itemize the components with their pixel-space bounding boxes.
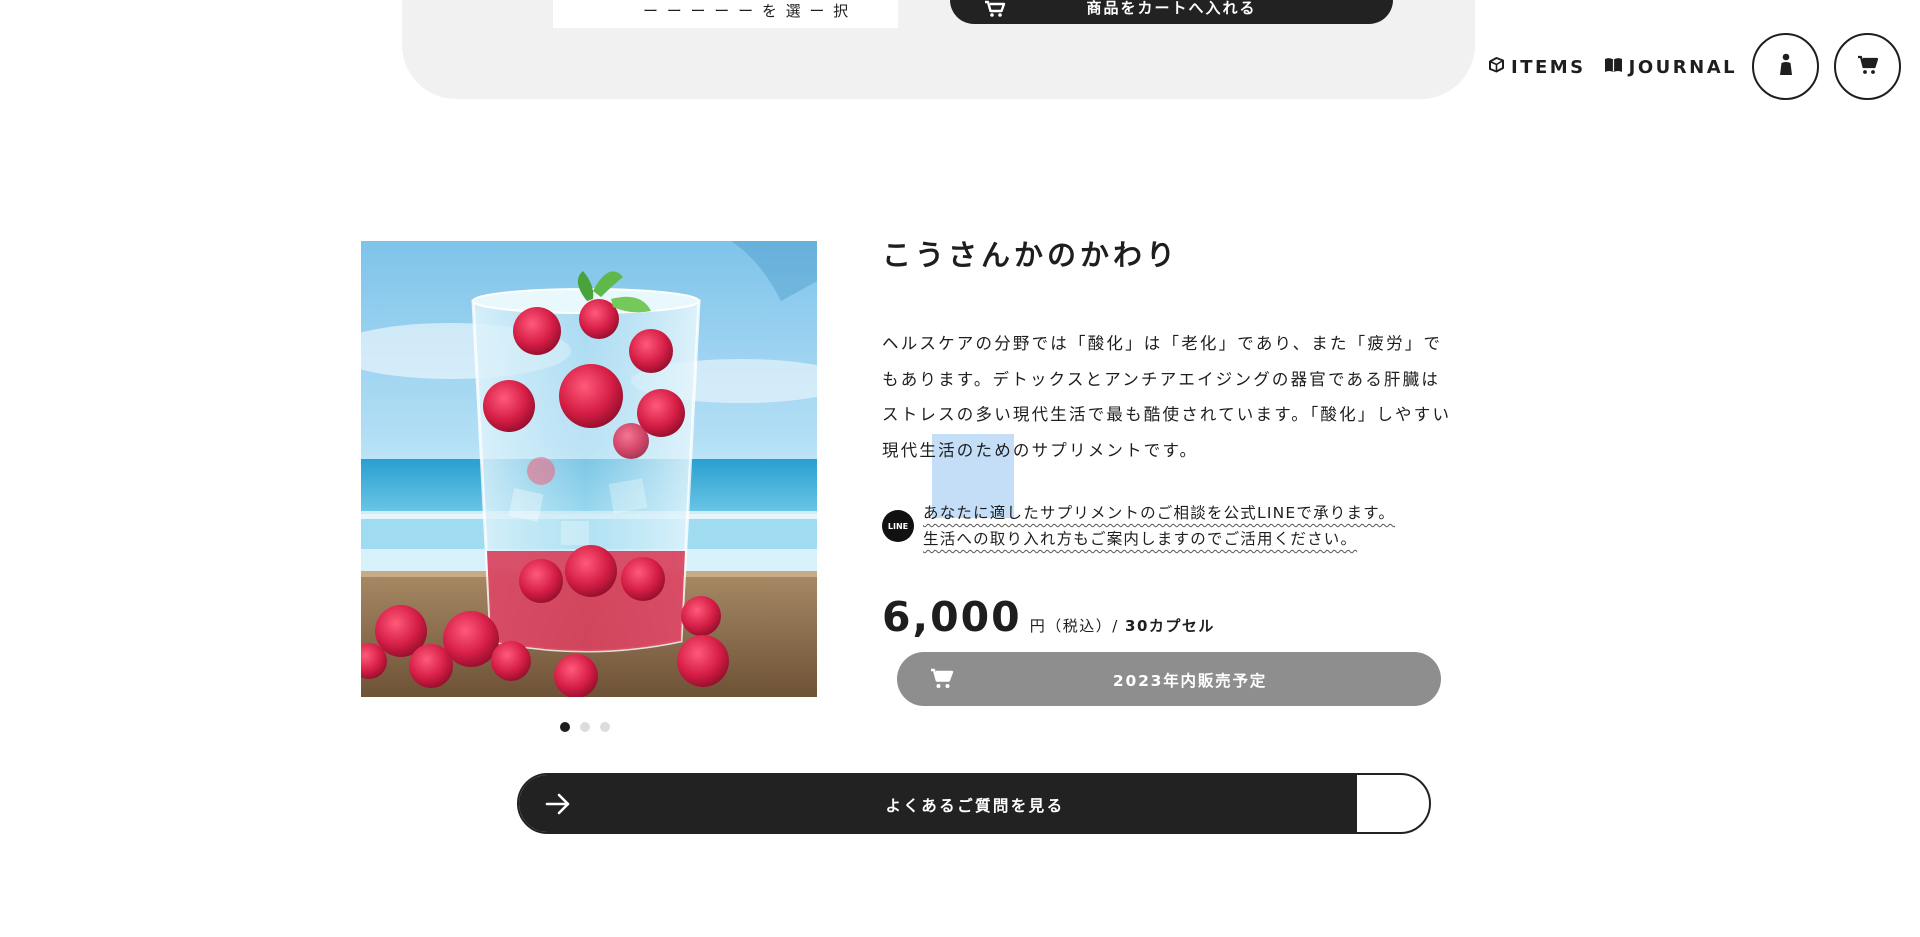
person-icon <box>1778 53 1794 81</box>
price-unit: 円（税込）/ 30カプセル <box>1030 615 1215 636</box>
product-image[interactable] <box>361 241 817 697</box>
carousel-dot-2[interactable] <box>580 722 590 732</box>
header-nav: ITEMS JOURNAL <box>1488 56 1737 78</box>
preorder-label: 2023年内販売予定 <box>1112 672 1268 690</box>
option-select[interactable]: ー ー ー ー ー を 選 ー 択 <box>553 0 898 28</box>
carousel-dot-1[interactable] <box>560 722 570 732</box>
carousel-dots <box>560 722 610 732</box>
cube-icon <box>1488 56 1505 78</box>
carousel-dot-3[interactable] <box>600 722 610 732</box>
raspberry-drink-photo <box>361 241 817 697</box>
product-description: ヘルスケアの分野では「酸化」は「老化」であり、また「疲労」でもあります。デトック… <box>882 334 1452 460</box>
faq-button[interactable]: よくあるご質問を見る <box>517 773 1431 834</box>
nav-items-label: ITEMS <box>1511 56 1586 78</box>
add-to-cart-button[interactable]: 商品をカートへ入れる <box>950 0 1393 24</box>
product-title: こうさんかのかわり <box>882 238 1180 272</box>
book-icon <box>1604 57 1623 78</box>
line-consult-block: LINE あなたに適したサプリメントのご相談を公式LINEで承ります。 生活への… <box>882 500 1482 560</box>
line-icon-text: LINE <box>887 521 909 531</box>
line-icon[interactable]: LINE <box>882 510 914 542</box>
nav-journal-link[interactable]: JOURNAL <box>1604 57 1737 78</box>
previous-product-panel: ー ー ー ー ー を 選 ー 択 商品をカートへ入れる <box>402 0 1475 99</box>
line-consult-link-1[interactable]: あなたに適したサプリメントのご相談を公式LINEで承ります。 <box>923 500 1395 526</box>
add-to-cart-label: 商品をカートへ入れる <box>1086 0 1257 17</box>
capsule-count: 30カプセル <box>1125 617 1215 635</box>
option-select-text: ー ー ー ー ー を 選 ー 択 <box>643 2 851 20</box>
line-consult-link-2[interactable]: 生活への取り入れ方もご案内しますのでご活用ください。 <box>923 526 1395 552</box>
nav-journal-label: JOURNAL <box>1628 56 1738 78</box>
account-button[interactable] <box>1752 33 1819 100</box>
faq-label: よくあるご質問を見る <box>885 797 1065 815</box>
cart-icon <box>1857 55 1879 79</box>
preorder-button[interactable]: 2023年内販売予定 <box>897 652 1441 706</box>
price-amount: 6,000 <box>882 593 1022 641</box>
nav-items-link[interactable]: ITEMS <box>1488 56 1586 78</box>
price-tax-label: 円（税込）/ <box>1029 617 1119 635</box>
header-cart-button[interactable] <box>1834 33 1901 100</box>
price-row: 6,000 円（税込）/ 30カプセル <box>882 593 1215 641</box>
